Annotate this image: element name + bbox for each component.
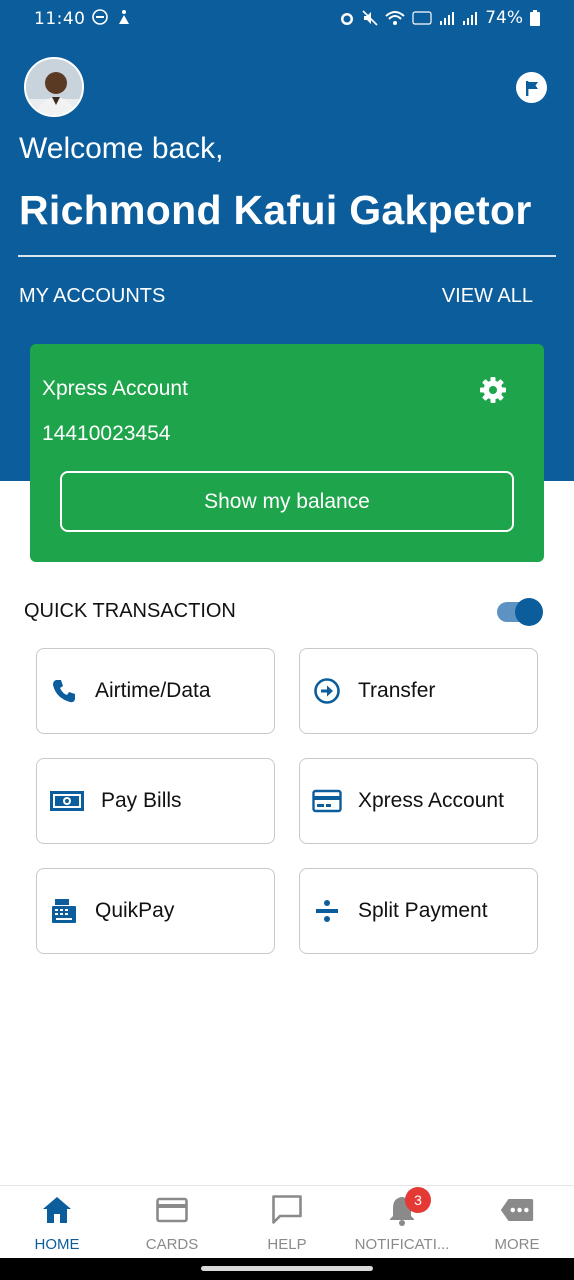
status-right: 74% [339,8,540,28]
nav-label: HELP [267,1236,307,1253]
nav-help[interactable]: HELP [252,1186,322,1259]
mute-icon [362,10,378,26]
app-root: 11:40 74% Welcome back, Richmond Kafui G… [0,0,574,1280]
notification-badge: 3 [405,1187,431,1213]
status-left-icons [92,9,132,25]
home-icon [40,1193,74,1227]
welcome-text: Welcome back, [19,132,224,165]
account-card[interactable]: Xpress Account 14410023454 Show my balan… [30,344,544,562]
account-settings-button[interactable] [479,376,507,404]
quick-transaction-toggle[interactable] [497,598,547,626]
tile-label: Xpress Account [358,789,504,812]
nav-label: HOME [34,1236,80,1253]
account-number: 14410023454 [42,422,171,445]
tile-label: Split Payment [358,899,488,922]
gear-icon [480,377,506,403]
tile-transfer[interactable]: Transfer [299,648,538,734]
arrow-circle-icon [312,676,342,706]
money-icon [49,786,85,816]
tile-airtime-data[interactable]: Airtime/Data [36,648,275,734]
tile-label: Airtime/Data [95,679,211,702]
tile-pay-bills[interactable]: Pay Bills [36,758,275,844]
bottom-nav: HOME CARDS HELP 3 NOTIFICATI... MORE [0,1185,574,1258]
wifi-icon [385,11,405,25]
system-nav-bar [0,1258,574,1280]
bell-icon: 3 [385,1187,431,1227]
nav-more[interactable]: MORE [482,1186,552,1259]
volte-icon [412,11,432,25]
nav-label: CARDS [145,1236,199,1253]
tile-label: Pay Bills [101,789,182,812]
card-icon [312,786,342,816]
username: Richmond Kafui Gakpetor [19,187,532,233]
view-all-link[interactable]: VIEW ALL [442,285,533,308]
do-not-disturb-icon [92,9,108,25]
battery-percent: 74% [485,8,523,28]
avatar-photo-icon [26,59,82,115]
phone-icon [49,676,79,706]
tile-quikpay[interactable]: QuikPay [36,868,275,954]
status-bar: 11:40 74% [0,0,574,40]
nav-label: NOTIFICATI... [354,1236,450,1253]
tile-label: Transfer [358,679,436,702]
battery-icon [530,10,540,26]
more-icon [500,1193,534,1227]
nav-notifications[interactable]: 3 NOTIFICATI... [352,1186,452,1259]
signal-1-icon [440,12,455,25]
cash-register-icon [49,896,79,926]
card-icon [155,1193,189,1227]
flag-icon [525,80,538,96]
my-accounts-label: MY ACCOUNTS [19,285,166,307]
show-balance-button[interactable]: Show my balance [60,471,514,532]
toggle-knob [515,598,543,626]
header-divider [18,255,556,257]
chat-icon [270,1193,304,1227]
avatar[interactable] [24,57,84,117]
alarm-icon [341,13,354,25]
signal-2-icon [463,12,478,25]
nav-cards[interactable]: CARDS [137,1186,207,1259]
status-time: 11:40 [34,9,86,29]
nav-home[interactable]: HOME [22,1186,92,1259]
tile-split-payment[interactable]: Split Payment [299,868,538,954]
tile-xpress-account[interactable]: Xpress Account [299,758,538,844]
divide-icon [312,896,342,926]
accessibility-icon [119,10,129,24]
home-gesture-pill[interactable] [201,1266,373,1271]
tile-label: QuikPay [95,899,175,922]
account-name: Xpress Account [42,377,188,400]
quick-transaction-title: QUICK TRANSACTION [24,600,236,622]
flag-button[interactable] [516,72,547,103]
nav-label: MORE [494,1236,540,1253]
